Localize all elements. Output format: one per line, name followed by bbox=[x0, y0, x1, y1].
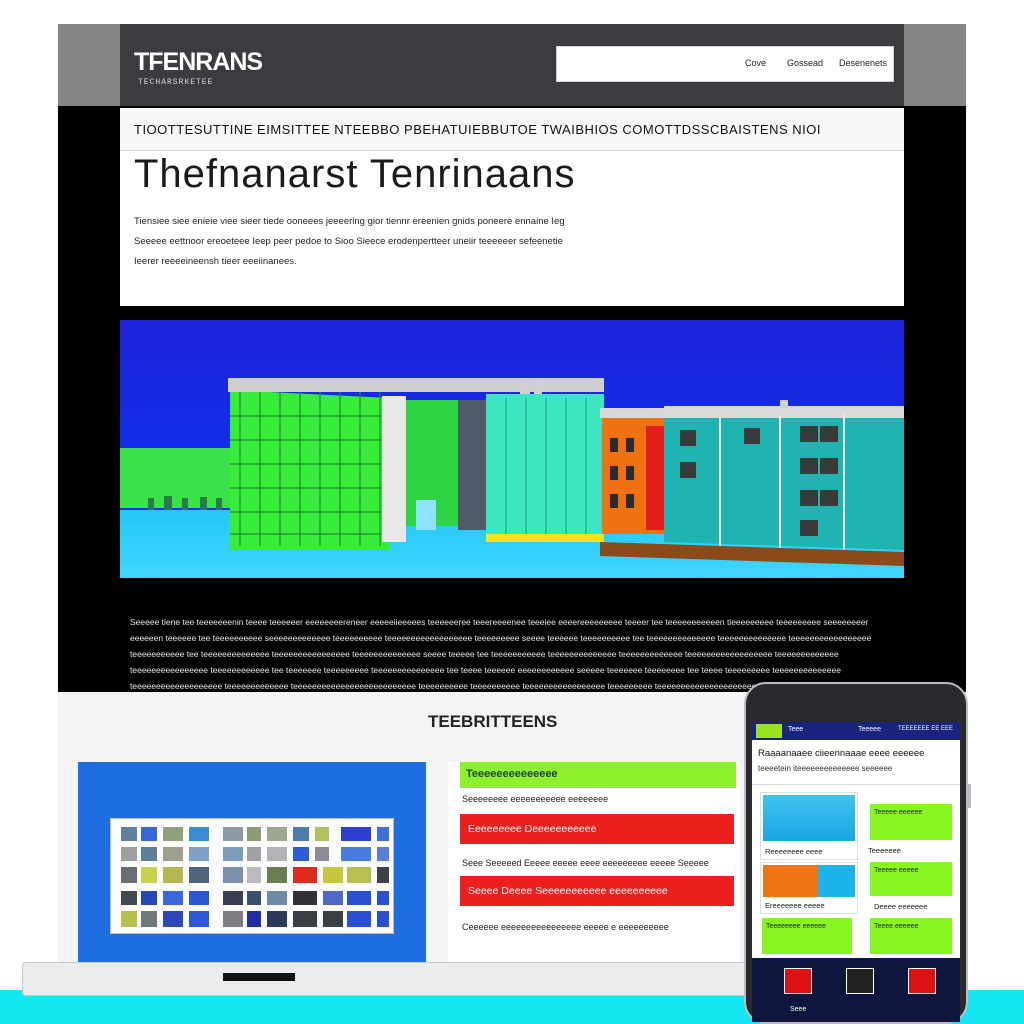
phone-green-label-3: Teeeeeeee eeeeee bbox=[766, 923, 826, 930]
card-line-1: Seee Seeeeed Eeeee eeeee eeee eeeeeeeee … bbox=[462, 858, 709, 868]
phone-image-tile-1[interactable]: Reeeeeeee eeee bbox=[760, 792, 858, 860]
red-action-button-2[interactable]: Seeee Deeee Seeeeeeeeeee eeeeeeeeee bbox=[460, 876, 734, 906]
phone-tile-label-1: Reeeeeeee eeee bbox=[765, 847, 823, 856]
phone-top-bar: Teee Teeeee TEEEEEEE EE EEE bbox=[752, 722, 960, 740]
phone-green-label-4: Teeee eeeeee bbox=[874, 923, 919, 930]
blue-panel bbox=[78, 762, 426, 966]
color-grid-card bbox=[110, 818, 394, 934]
phone-green-card-1: Teeeee eeeeee bbox=[870, 804, 952, 840]
nav-link-desenenets[interactable]: Desenenets bbox=[839, 58, 887, 68]
phone-header: Raaaanaaee ciieennaaae eeee eeeeee teeee… bbox=[752, 740, 960, 785]
red-action-label-1: Eeeeeeeee Deeeeeeeeeee bbox=[468, 823, 597, 835]
card-header: Teeeeeeeeeeeeee bbox=[460, 762, 736, 788]
phone-side-button bbox=[968, 784, 971, 808]
phone-tile-label-4: Deeee eeeeeee bbox=[874, 902, 928, 911]
phone-tile-image-orange bbox=[763, 865, 855, 897]
phone-green-label-1: Teeeee eeeeee bbox=[874, 809, 923, 816]
phone-screen: Teee Teeeee TEEEEEEE EE EEE Raaaanaaee c… bbox=[752, 722, 960, 1022]
phone-image-tile-3[interactable]: Ereeeeeee eeeee bbox=[760, 862, 858, 914]
logo-tagline: ТЕСНАRSRКЕТЕЕ bbox=[138, 78, 214, 87]
hero-strip-text: TIOOTTESUTTINE EIMSITTEE NTEEBBO PBEHATU… bbox=[134, 122, 821, 137]
phone-logo-badge bbox=[756, 724, 782, 738]
phone-nav-button-1[interactable] bbox=[784, 968, 812, 994]
nav-box: Cove Gossead Desenenets bbox=[556, 46, 894, 82]
top-bar: TFENRANS ТЕСНАRSRКЕТЕЕ Cove Gossead Dese… bbox=[58, 24, 966, 106]
phone-heading: Raaaanaaee ciieennaaae eeee eeeeee bbox=[758, 748, 925, 759]
phone-nav-button-3[interactable] bbox=[908, 968, 936, 994]
red-action-label-2: Seeee Deeee Seeeeeeeeeee eeeeeeeeee bbox=[468, 885, 668, 897]
phone-subheading: teeeetein iteeeeeeeeeeeeee seeeeee bbox=[758, 764, 893, 773]
page-title: Thefnanarst Tenrinaans bbox=[134, 152, 576, 196]
hero-section: TIOOTTESUTTINE EIMSITTEE NTEEBBO PBEHATU… bbox=[120, 108, 904, 306]
phone-tile-image-water bbox=[763, 795, 855, 841]
section-title: TEEBRITTEENS bbox=[428, 712, 558, 731]
building-image bbox=[120, 320, 904, 578]
card-header-label: Teeeeeeeeeeeeee bbox=[466, 768, 558, 780]
phone-green-card-2[interactable]: Teeeee eeeee bbox=[870, 862, 952, 896]
color-swatch-grid bbox=[121, 827, 389, 927]
info-card: Teeeeeeeeeeeeee Seeeeeeee eeeeeeeeeee ee… bbox=[448, 762, 740, 966]
laptop-notch bbox=[223, 973, 295, 981]
phone-image-tile-2[interactable]: Teeeee eeeeee Teeeeeee bbox=[864, 792, 954, 858]
phone-green-card-3[interactable]: Teeeeeeee eeeeee bbox=[762, 918, 852, 954]
nav-link-gossead[interactable]: Gossead bbox=[787, 58, 823, 68]
card-subtitle: Seeeeeeee eeeeeeeeeee eeeeeeee bbox=[462, 794, 609, 804]
phone-bar-left[interactable]: Teee bbox=[788, 726, 803, 733]
phone-green-card-4[interactable]: Teeee eeeeee bbox=[870, 918, 952, 954]
phone-bottom-nav: Seee bbox=[752, 958, 960, 1022]
hero-description: Tiensiee siee enieie viee sieer tiede oo… bbox=[134, 216, 565, 267]
phone-nav-button-2[interactable] bbox=[846, 968, 874, 994]
laptop-base bbox=[22, 962, 784, 996]
hero-strip: TIOOTTESUTTINE EIMSITTEE NTEEBBO PBEHATU… bbox=[120, 108, 904, 151]
nav-link-cove[interactable]: Cove bbox=[745, 58, 766, 68]
phone-green-label-2: Teeeee eeeee bbox=[874, 867, 919, 874]
phone-tile-label-2: Teeeeeee bbox=[868, 846, 901, 855]
phone-tile-label-3: Ereeeeeee eeeee bbox=[765, 901, 825, 910]
card-line-2: Ceeeeee eeeeeeeeeeeeeeee eeeee e eeeeeee… bbox=[462, 922, 669, 932]
red-action-button-1[interactable]: Eeeeeeeee Deeeeeeeeeee bbox=[460, 814, 734, 844]
site-logo[interactable]: TFENRANS bbox=[134, 48, 263, 77]
phone-bar-right[interactable]: TEEEEEEE EE EEE bbox=[898, 726, 953, 732]
phone-bar-mid[interactable]: Teeeee bbox=[858, 726, 881, 733]
phone-device: Teee Teeeee TEEEEEEE EE EEE Raaaanaaee c… bbox=[744, 682, 971, 1024]
phone-nav-label: Seee bbox=[790, 1006, 807, 1013]
